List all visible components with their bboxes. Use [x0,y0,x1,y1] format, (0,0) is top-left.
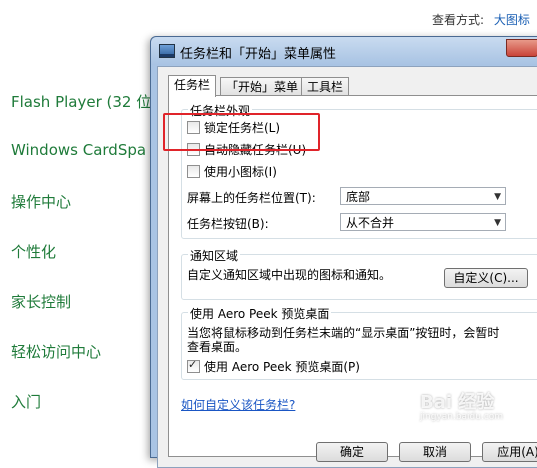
help-link[interactable]: 如何自定义该任务栏? [181,396,295,413]
watermark-subtext: jingyan.baidu.com [420,412,504,422]
taskbar-location-value: 底部 [346,190,371,204]
watermark-text: Bai 经验 [420,392,495,413]
dropdown-arrow-icon: ▼ [494,192,501,202]
group-title-aero-peek: 使用 Aero Peek 预览桌面 [188,305,332,322]
tab-toolbars[interactable]: 工具栏 [301,77,350,96]
taskbar-location-label: 屏幕上的任务栏位置(T): [187,191,316,205]
dialog-titlebar[interactable]: 任务栏和「开始」菜单属性 [151,37,537,65]
customize-button[interactable]: 自定义(C)... [444,268,528,288]
view-by: 查看方式: 大图标 [432,11,530,28]
cp-item-parental-controls[interactable]: 家长控制 [11,291,71,312]
taskbar-buttons-label: 任务栏按钮(B): [187,217,269,231]
tab-taskbar[interactable]: 任务栏 [168,75,217,97]
notification-description: 自定义通知区域中出现的图标和通知。 [187,268,392,282]
cp-item-ease-of-access[interactable]: 轻松访问中心 [11,341,101,362]
taskbar-location-select[interactable]: 底部 ▼ [340,187,506,205]
cancel-button[interactable]: 取消 [399,442,471,462]
close-button[interactable] [506,39,537,57]
cp-item-windows-cardspace[interactable]: Windows CardSpa [11,141,146,159]
aero-peek-label[interactable]: 使用 Aero Peek 预览桌面(P) [204,358,360,375]
taskbar-buttons-value: 从不合并 [346,216,395,230]
view-by-label: 查看方式: [432,13,485,27]
taskbar-icon [159,44,175,58]
cp-item-action-center[interactable]: 操作中心 [11,191,71,212]
taskbar-buttons-select[interactable]: 从不合并 ▼ [340,213,506,231]
small-icons-checkbox[interactable] [187,165,200,178]
group-title-notification: 通知区域 [188,247,241,264]
small-icons-label[interactable]: 使用小图标(I) [204,163,277,180]
aero-peek-checkbox[interactable] [187,358,200,373]
group-aero-peek: 使用 Aero Peek 预览桌面 当您将鼠标移动到任务栏末端的“显示桌面”按钮… [181,305,537,380]
cp-item-flash-player[interactable]: Flash Player (32 位 [11,91,151,112]
ok-button[interactable]: 确定 [316,442,388,462]
dialog-title: 任务栏和「开始」菜单属性 [180,47,337,62]
highlight-annotation-box [163,113,320,151]
cp-item-personalization[interactable]: 个性化 [11,241,56,262]
dropdown-arrow-icon: ▼ [494,218,501,228]
group-notification-area: 通知区域 自定义通知区域中出现的图标和通知。 自定义(C)... [181,247,537,300]
cp-item-getting-started[interactable]: 入门 [11,391,41,412]
apply-button[interactable]: 应用(A) [482,442,537,462]
view-by-value[interactable]: 大图标 [494,13,530,27]
tab-start-menu[interactable]: 「开始」菜单 [220,77,305,96]
aero-peek-description-line2: 查看桌面。 [187,340,248,354]
baidu-jingyan-watermark: Bai 经验 jingyan.baidu.com [420,388,530,428]
